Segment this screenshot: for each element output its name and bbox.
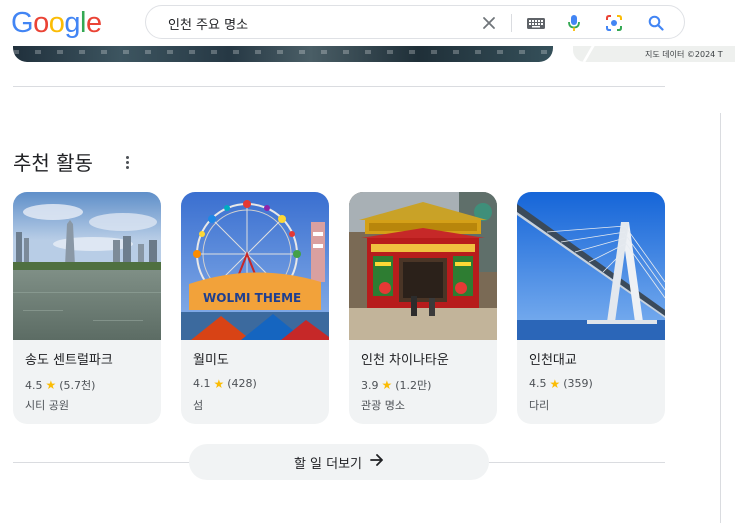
lens-icon[interactable] <box>604 13 624 33</box>
card-title: 인천대교 <box>529 353 577 368</box>
review-count: (359) <box>563 377 593 390</box>
svg-text:WOLMI THEME: WOLMI THEME <box>203 291 301 305</box>
card-image: WOLMI THEME <box>181 192 329 340</box>
microphone-icon[interactable] <box>564 13 584 33</box>
card-rating: 4.5 ★ (359) <box>529 377 593 390</box>
arrow-right-icon <box>370 453 384 471</box>
map-photo-strip[interactable] <box>13 46 553 62</box>
section-title: 추천 활동 <box>13 151 93 175</box>
map-credit: 지도 데이터 ©2024 T <box>645 50 723 59</box>
logo-letter: G <box>11 7 34 39</box>
card-rating: 4.5 ★ (5.7천) <box>25 377 95 393</box>
rating-value: 4.1 <box>193 377 211 390</box>
star-icon: ★ <box>549 376 561 391</box>
search-icon[interactable] <box>646 13 666 33</box>
map-road <box>582 46 622 62</box>
card-title: 송도 센트럴파크 <box>25 353 113 368</box>
rating-value: 4.5 <box>529 377 547 390</box>
search-box: 인천 주요 명소 <box>145 5 685 39</box>
card-rating: 4.1 ★ (428) <box>193 377 257 390</box>
review-count: (428) <box>227 377 257 390</box>
card-rating: 3.9 ★ (1.2만) <box>361 377 431 393</box>
card-image <box>349 192 497 340</box>
logo-letter: o <box>48 7 65 39</box>
card-category: 섬 <box>193 399 204 412</box>
search-results-page: Google 인천 주요 명소 지도 데이터 ©2024 T 추천 활동 송도 … <box>0 0 735 523</box>
card-category: 관광 명소 <box>361 399 405 412</box>
more-activities-button[interactable]: 할 일 더보기 <box>189 444 489 480</box>
rating-value: 3.9 <box>361 378 379 392</box>
logo-letter: e <box>85 7 102 39</box>
card-image <box>517 192 665 340</box>
more-vert-icon[interactable] <box>121 152 133 172</box>
card-image <box>13 192 161 340</box>
rating-value: 4.5 <box>25 378 43 392</box>
review-count: (5.7천) <box>59 379 96 392</box>
divider <box>13 86 665 87</box>
card-category: 다리 <box>529 399 550 412</box>
search-divider <box>511 14 512 32</box>
star-icon: ★ <box>381 378 393 392</box>
activity-card[interactable]: 송도 센트럴파크 4.5 ★ (5.7천) 시티 공원 <box>13 192 161 424</box>
right-rail-divider <box>720 113 721 523</box>
map-preview[interactable]: 지도 데이터 ©2024 T <box>573 46 735 62</box>
card-category: 시티 공원 <box>25 399 69 412</box>
header: Google 인천 주요 명소 <box>0 0 735 46</box>
search-input[interactable]: 인천 주요 명소 <box>168 14 248 33</box>
card-title: 월미도 <box>193 353 229 368</box>
close-icon[interactable] <box>479 13 499 33</box>
star-icon: ★ <box>45 378 57 392</box>
card-title: 인천 차이나타운 <box>361 353 449 368</box>
activity-card[interactable]: 인천 차이나타운 3.9 ★ (1.2만) 관광 명소 <box>349 192 497 424</box>
google-logo[interactable]: Google <box>11 6 102 40</box>
star-icon: ★ <box>213 376 225 391</box>
review-count: (1.2만) <box>395 379 432 392</box>
logo-letter: g <box>64 7 80 39</box>
more-activities-label: 할 일 더보기 <box>293 456 363 472</box>
activity-card[interactable]: 인천대교 4.5 ★ (359) 다리 <box>517 192 665 424</box>
keyboard-icon[interactable] <box>526 13 546 33</box>
activity-card[interactable]: WOLMI THEME 월미도 4.1 ★ (428) 섬 <box>181 192 329 424</box>
logo-letter: o <box>33 7 49 39</box>
